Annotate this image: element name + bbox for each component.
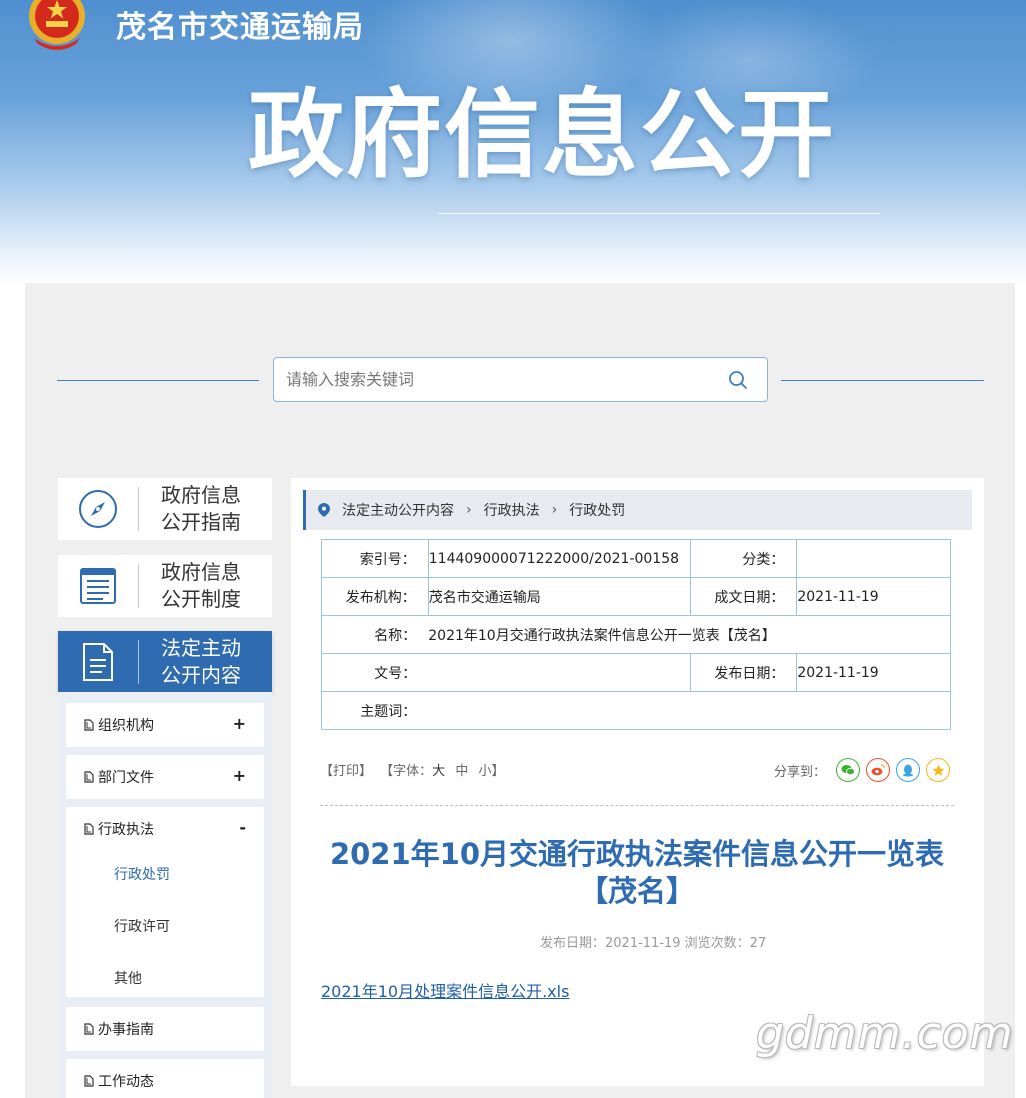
meta-label: 发布机构：	[321, 577, 429, 616]
meta-publisher-value: 茂名市交通运输局	[427, 577, 691, 616]
search-box	[273, 357, 768, 402]
print-link[interactable]: 【打印】	[320, 764, 372, 779]
qzone-share-button[interactable]	[926, 758, 951, 782]
nav-item-system[interactable]: 政府信息公开制度	[58, 555, 272, 617]
sub-item-service-guide[interactable]: 办事指南	[66, 1007, 264, 1051]
article-tools: 【打印】 【字体：大 中 小】	[320, 760, 505, 779]
page-icon	[84, 823, 94, 835]
sub-item-label: 组织机构	[98, 718, 154, 734]
meta-label: 主题词：	[321, 691, 429, 730]
document-icon	[83, 643, 113, 681]
font-small-link[interactable]: 小】	[478, 764, 504, 779]
sub-child-other[interactable]: 其他	[114, 968, 142, 988]
collapse-toggle[interactable]: -	[239, 818, 246, 837]
sub-item-department-docs[interactable]: 部门文件 +	[66, 755, 264, 799]
article-info: 发布日期：2021-11-19 浏览次数：27	[540, 936, 767, 951]
location-pin-icon	[318, 503, 330, 517]
chevron-right-icon: ›	[466, 502, 472, 518]
search-divider-right	[781, 380, 984, 381]
font-large-link[interactable]: 大	[432, 764, 445, 779]
chevron-right-icon: ›	[551, 502, 558, 518]
font-size-label: 【字体：	[380, 764, 433, 779]
sub-item-label: 部门文件	[98, 770, 154, 786]
meta-index-value: 114409000071222000/2021-00158	[427, 539, 691, 578]
site-name: 茂名市交通运输局	[116, 10, 364, 45]
meta-pub-date-value: 2021-11-19	[796, 653, 951, 692]
page-icon	[84, 719, 94, 731]
meta-created-value: 2021-11-19	[796, 577, 951, 616]
meta-label: 文号：	[321, 653, 429, 692]
nav-item-label: 政府信息公开制度	[161, 560, 241, 611]
sub-item-label: 办事指南	[98, 1022, 154, 1038]
meta-doc-no-value	[428, 653, 691, 692]
page-title: 政府信息公开	[248, 79, 836, 191]
page-icon	[84, 1075, 94, 1087]
nav-item-label: 法定主动公开内容	[161, 636, 241, 687]
qq-share-button[interactable]	[896, 758, 921, 782]
sub-child-penalty[interactable]: 行政处罚	[114, 864, 170, 884]
breadcrumb: 法定主动公开内容 › 行政执法 › 行政处罚	[303, 490, 972, 530]
share-label: 分享到：	[774, 764, 827, 780]
divider	[320, 805, 954, 806]
nav-item-guide[interactable]: 政府信息公开指南	[58, 478, 272, 540]
national-emblem-icon	[29, 0, 85, 50]
expand-toggle[interactable]: +	[233, 766, 246, 785]
breadcrumb-item: 行政处罚	[569, 503, 626, 519]
list-document-icon	[80, 568, 116, 604]
meta-label: 成文日期：	[689, 577, 798, 616]
search-input[interactable]	[286, 358, 706, 401]
compass-icon	[79, 490, 117, 528]
star-icon	[932, 764, 945, 776]
meta-label: 发布日期：	[689, 653, 798, 692]
meta-label: 名称：	[321, 615, 429, 654]
page-icon	[84, 1023, 94, 1035]
sub-item-work-news[interactable]: 工作动态	[66, 1059, 264, 1098]
qq-icon	[903, 764, 914, 776]
watermark-text: gdmm.com	[756, 1008, 1014, 1059]
meta-name-value: 2021年10月交通行政执法案件信息公开一览表【茂名】	[428, 615, 952, 654]
meta-label: 索引号：	[321, 539, 429, 578]
sub-item-label: 行政执法	[98, 822, 154, 838]
breadcrumb-item[interactable]: 行政执法	[484, 500, 540, 520]
header-banner: 茂名市交通运输局 政府信息公开	[0, 0, 1026, 285]
sub-item-law-enforcement[interactable]: 行政执法 - 行政处罚 行政许可 其他	[66, 807, 264, 997]
page-icon	[84, 771, 94, 783]
weibo-icon	[871, 764, 885, 776]
search-button[interactable]	[709, 358, 767, 401]
meta-label: 分类：	[689, 539, 798, 578]
article-title: 2021年10月交通行政执法案件信息公开一览表【茂名】	[329, 837, 945, 908]
breadcrumb-item[interactable]: 法定主动公开内容	[342, 500, 454, 520]
wechat-icon	[841, 765, 855, 776]
attachment-link[interactable]: 2021年10月处理案件信息公开.xls	[321, 978, 569, 1002]
sub-child-license[interactable]: 行政许可	[114, 916, 170, 936]
nav-item-statutory-content[interactable]: 法定主动公开内容	[58, 631, 272, 693]
search-divider-left	[57, 380, 259, 381]
wechat-share-button[interactable]	[836, 758, 861, 782]
document-meta-table: 索引号： 114409000071222000/2021-00158 分类： 发…	[321, 539, 952, 730]
weibo-share-button[interactable]	[866, 758, 891, 782]
font-medium-link[interactable]: 中	[455, 764, 468, 779]
meta-category-value	[796, 539, 951, 578]
nav-item-label: 政府信息公开指南	[161, 483, 241, 534]
expand-toggle[interactable]: +	[233, 714, 246, 733]
search-icon	[729, 370, 747, 389]
share-bar: 分享到：	[774, 758, 951, 782]
sub-item-organization[interactable]: 组织机构 +	[66, 703, 264, 747]
title-underline	[438, 213, 880, 214]
meta-keywords-value	[428, 691, 952, 730]
sub-item-label: 工作动态	[98, 1074, 154, 1090]
